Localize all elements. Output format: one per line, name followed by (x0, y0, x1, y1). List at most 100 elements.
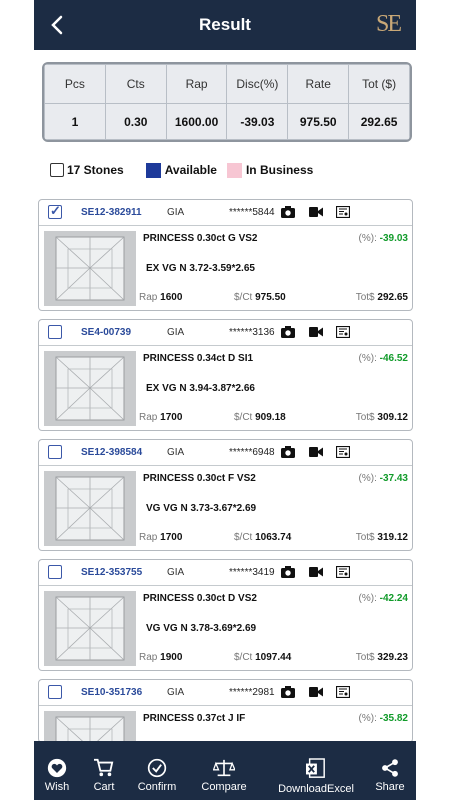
stone-id-link[interactable]: SE12-353755 (81, 567, 142, 578)
lab-label: GIA (167, 447, 185, 458)
summary-header-pcs: Pcs (44, 64, 106, 104)
in-business-label: In Business (245, 163, 314, 177)
page-title: Result (199, 15, 251, 34)
camera-icon[interactable] (281, 206, 295, 218)
discount: (%): -42.24 (359, 593, 408, 604)
discount-value: -39.03 (379, 233, 408, 244)
diamond-image[interactable] (44, 711, 136, 742)
select-all-checkbox[interactable] (50, 163, 64, 177)
diamond-image[interactable] (44, 351, 136, 426)
video-icon[interactable] (309, 446, 323, 458)
stone-card-header: SE10-351736 GIA ******2981 (39, 680, 412, 706)
stone-checkbox[interactable] (48, 565, 62, 579)
stone-shape-line: PRINCESS 0.30ct G VS2 (143, 233, 258, 244)
nav-compare-label: Compare (201, 781, 247, 793)
brand-logo: SE (375, 11, 402, 37)
discount: (%): -39.03 (359, 233, 408, 244)
summary-header-rap: Rap (165, 64, 228, 104)
stone-card[interactable]: SE12-382911 GIA ******5844 PRINCESS 0.30ct … (38, 199, 413, 311)
nav-compare[interactable]: Compare (196, 741, 252, 800)
heart-icon (47, 758, 67, 778)
stone-id-link[interactable]: SE12-398584 (81, 447, 142, 458)
nav-download-excel[interactable]: DownloadExcel (274, 741, 358, 800)
per-carat-label: $/Ct (234, 532, 253, 543)
certificate-number: ******6948 (229, 447, 275, 458)
total-label: Tot$ (355, 412, 375, 423)
summary-value-rate: 975.50 (287, 103, 350, 140)
available-label: Available (164, 163, 217, 177)
lab-label: GIA (167, 687, 185, 698)
camera-icon[interactable] (281, 326, 295, 338)
total-value: 292.65 (377, 292, 408, 303)
nav-wish-label: Wish (44, 781, 70, 793)
video-icon[interactable] (309, 686, 323, 698)
confirm-icon (147, 758, 167, 778)
per-carat-label: $/Ct (234, 292, 253, 303)
certificate-icon[interactable] (336, 566, 350, 578)
stone-card[interactable]: SE10-351736 GIA ******2981 PRINCESS 0.37ct … (38, 679, 413, 743)
certificate-icon[interactable] (336, 326, 350, 338)
certificate-icon[interactable] (336, 686, 350, 698)
total-value: 309.12 (377, 412, 408, 423)
rap-label: Rap (139, 532, 158, 543)
rap-value: 1900 (160, 652, 183, 663)
summary-header-tot: Tot ($) (348, 64, 410, 104)
certificate-number: ******2981 (229, 687, 275, 698)
stone-shape-line: PRINCESS 0.30ct D VS2 (143, 593, 257, 604)
diamond-image[interactable] (44, 471, 136, 546)
summary-header-disc: Disc(%) (226, 64, 289, 104)
diamond-image[interactable] (44, 591, 136, 666)
per-carat-label: $/Ct (234, 412, 253, 423)
rap-value: 1700 (160, 532, 183, 543)
nav-cart[interactable]: Cart (86, 741, 122, 800)
stone-checkbox[interactable] (48, 685, 62, 699)
nav-share[interactable]: Share (370, 741, 410, 800)
camera-icon[interactable] (281, 446, 295, 458)
stone-shape-line: PRINCESS 0.30ct F VS2 (143, 473, 256, 484)
cart-icon (94, 758, 114, 777)
stone-card-header: SE12-382911 GIA ******5844 (39, 200, 412, 226)
total-label: Tot$ (355, 532, 375, 543)
rap-label: Rap (139, 652, 158, 663)
total-label: Tot$ (355, 652, 375, 663)
certificate-icon[interactable] (336, 446, 350, 458)
stone-card[interactable]: SE12-398584 GIA ******6948 PRINCESS 0.30ct … (38, 439, 413, 551)
stone-checkbox[interactable] (48, 203, 62, 219)
camera-icon[interactable] (281, 566, 295, 578)
discount: (%): -46.52 (359, 353, 408, 364)
per-carat-value: 975.50 (255, 292, 286, 303)
summary-value-pcs: 1 (44, 103, 106, 140)
stone-checkbox[interactable] (48, 325, 62, 339)
summary-value-tot: 292.65 (348, 103, 410, 140)
nav-wish[interactable]: Wish (34, 741, 80, 800)
video-icon[interactable] (309, 566, 323, 578)
bottom-nav: Wish Cart Confirm Compare DownloadExcel (34, 741, 416, 800)
camera-icon[interactable] (281, 686, 295, 698)
discount-label: (%): (358, 473, 377, 484)
certificate-number: ******5844 (229, 207, 275, 218)
share-icon (382, 759, 398, 777)
stone-card[interactable]: SE12-353755 GIA ******3419 PRINCESS 0.30ct … (38, 559, 413, 671)
discount-label: (%): (358, 593, 377, 604)
nav-download-excel-label: DownloadExcel (278, 783, 354, 795)
stone-checkbox[interactable] (48, 445, 62, 459)
stone-id-link[interactable]: SE12-382911 (81, 207, 142, 218)
legend: 17 Stones Available In Business (50, 161, 313, 179)
stone-card[interactable]: SE4-00739 GIA ******3136 PRINCESS 0.34ct D … (38, 319, 413, 431)
summary-table: Pcs Cts Rap Disc(%) Rate Tot ($) 1 0.30 … (42, 62, 412, 142)
stone-id-link[interactable]: SE10-351736 (81, 687, 142, 698)
per-carat-value: 909.18 (255, 412, 286, 423)
video-icon[interactable] (309, 326, 323, 338)
diamond-image[interactable] (44, 231, 136, 306)
rap-value: 1700 (160, 412, 183, 423)
discount-label: (%): (358, 233, 377, 244)
stone-id-link[interactable]: SE4-00739 (81, 327, 131, 338)
certificate-icon[interactable] (336, 206, 350, 218)
lab-label: GIA (167, 327, 185, 338)
video-icon[interactable] (309, 206, 323, 218)
nav-confirm[interactable]: Confirm (132, 741, 182, 800)
rap-label: Rap (139, 292, 158, 303)
stone-cut-line: VG VG N 3.73-3.67*2.69 (146, 503, 257, 514)
stone-card-header: SE4-00739 GIA ******3136 (39, 320, 412, 346)
top-bar: Result SE (34, 0, 416, 50)
